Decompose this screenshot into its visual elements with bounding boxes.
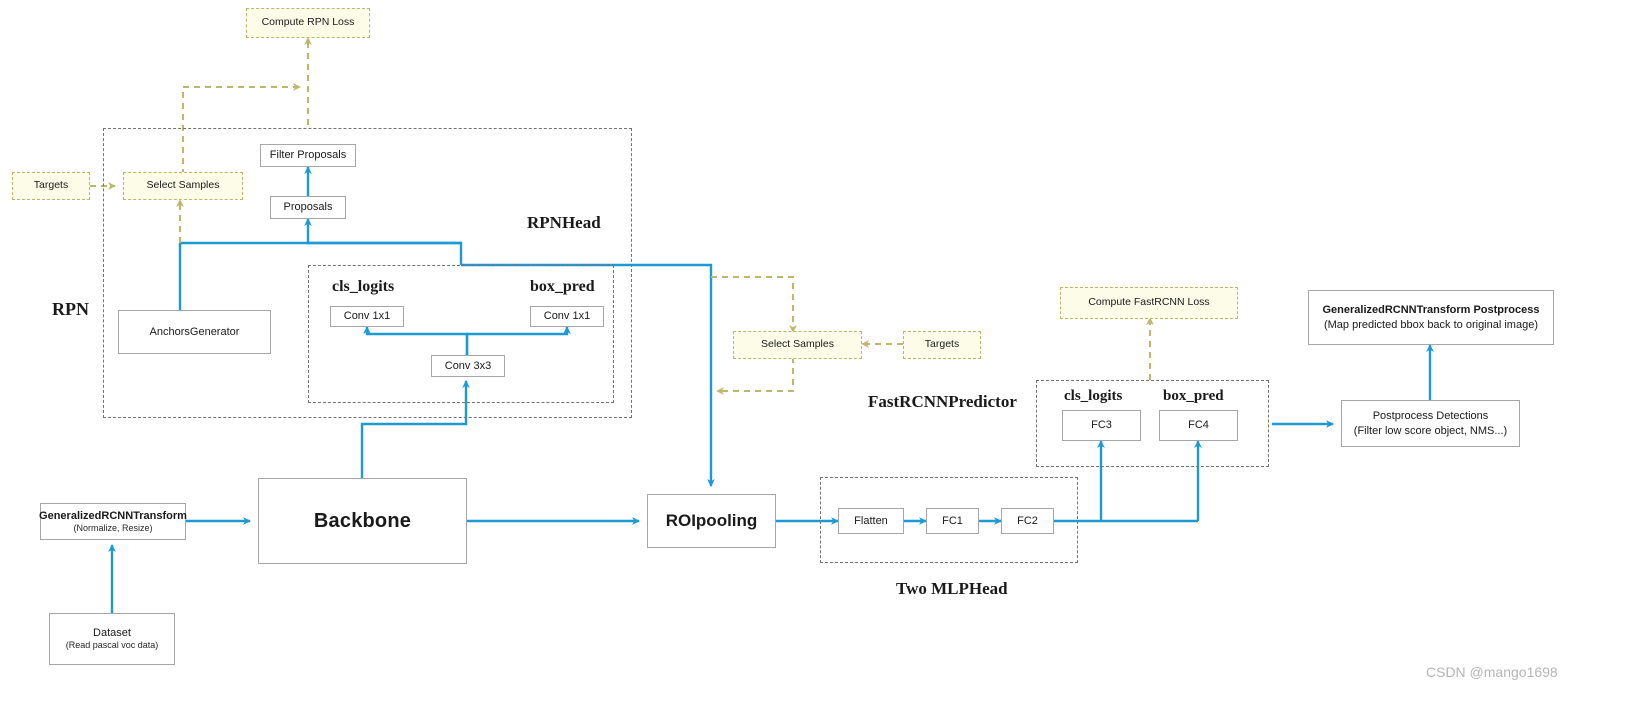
node-label: Select Samples [761, 338, 834, 351]
node-fc2[interactable]: FC2 [1001, 508, 1054, 534]
node-anchors-generator[interactable]: AnchorsGenerator [118, 310, 271, 354]
node-fc1[interactable]: FC1 [926, 508, 979, 534]
node-filter-proposals[interactable]: Filter Proposals [260, 144, 356, 167]
node-proposals[interactable]: Proposals [270, 196, 346, 219]
caption-label: box_pred [1163, 388, 1224, 404]
caption-label: FastRCNNPredictor [868, 392, 1017, 411]
node-compute-fastrcnn-loss[interactable]: Compute FastRCNN Loss [1060, 287, 1238, 319]
node-label: Backbone [313, 510, 412, 532]
node-subtitle: (Map predicted bbox back to original ima… [1323, 318, 1538, 331]
node-label: FC2 [1017, 514, 1038, 527]
caption-label: RPNHead [527, 213, 601, 232]
watermark-label: CSDN @mango1698 [1426, 664, 1558, 680]
caption-cls-logits-frcnn: cls_logits [1064, 388, 1122, 405]
node-label: Proposals [283, 201, 333, 214]
caption-label: cls_logits [1064, 388, 1123, 404]
diagram-canvas: Compute RPN Loss Targets Select Samples … [0, 0, 1630, 714]
node-title: Dataset [93, 627, 131, 639]
node-label: Flatten [854, 514, 888, 527]
node-compute-rpn-loss[interactable]: Compute RPN Loss [246, 8, 370, 38]
node-conv3x3[interactable]: Conv 3x3 [431, 355, 505, 377]
caption-label: Two MLPHead [896, 579, 1008, 598]
node-select-samples-fastrcnn[interactable]: Select Samples [733, 331, 862, 359]
node-postprocess-detections[interactable]: Postprocess Detections (Filter low score… [1341, 400, 1520, 447]
caption-box-pred-frcnn: box_pred [1163, 388, 1224, 405]
node-label: Filter Proposals [269, 149, 347, 162]
node-title: Postprocess Detections [1372, 410, 1489, 423]
watermark: CSDN @mango1698 [1426, 664, 1558, 680]
caption-label: box_pred [530, 278, 595, 295]
node-title: GeneralizedRCNNTransform [39, 509, 187, 522]
caption-label: RPN [52, 299, 89, 319]
node-label: FC3 [1091, 419, 1112, 432]
node-targets-fastrcnn[interactable]: Targets [903, 331, 981, 359]
node-label: Compute FastRCNN Loss [1088, 296, 1210, 309]
node-flatten[interactable]: Flatten [838, 508, 904, 534]
node-subtitle: (Read pascal voc data) [65, 640, 159, 651]
node-label: Targets [33, 179, 69, 192]
node-targets-rpn[interactable]: Targets [12, 172, 90, 200]
caption-label: cls_logits [332, 278, 395, 295]
node-title: GeneralizedRCNNTransform Postprocess [1322, 304, 1540, 317]
caption-cls-logits-rpn: cls_logits [332, 278, 394, 296]
node-fc3[interactable]: FC3 [1062, 410, 1141, 441]
node-label: Conv 1x1 [343, 310, 391, 323]
node-subtitle: (Normalize, Resize) [73, 522, 153, 533]
node-label: Conv 1x1 [543, 310, 591, 323]
caption-rpn: RPN [52, 299, 89, 320]
node-label: FC4 [1188, 419, 1209, 432]
caption-two-mlp-head: Two MLPHead [896, 579, 1008, 599]
node-fc4[interactable]: FC4 [1159, 410, 1238, 441]
node-label: AnchorsGenerator [149, 325, 240, 338]
node-select-samples-rpn[interactable]: Select Samples [123, 172, 243, 200]
node-conv1x1-cls[interactable]: Conv 1x1 [330, 306, 404, 327]
caption-fastrcnn-predictor: FastRCNNPredictor [868, 392, 1017, 412]
node-conv1x1-box[interactable]: Conv 1x1 [530, 306, 604, 327]
node-label: Select Samples [146, 179, 220, 192]
node-generalized-rcnn-transform[interactable]: GeneralizedRCNNTransform (Normalize, Res… [39, 503, 187, 540]
node-transform-postprocess[interactable]: GeneralizedRCNNTransform Postprocess (Ma… [1308, 290, 1554, 345]
caption-rpn-head: RPNHead [527, 213, 601, 233]
node-label: ROIpooling [665, 510, 758, 530]
node-label: Targets [924, 338, 960, 351]
node-dataset[interactable]: Dataset (Read pascal voc data) [49, 613, 175, 665]
node-subtitle: (Filter low score object, NMS...) [1353, 424, 1508, 437]
node-roipooling[interactable]: ROIpooling [647, 494, 776, 548]
node-backbone[interactable]: Backbone [258, 478, 467, 564]
node-label: Compute RPN Loss [261, 16, 355, 29]
node-label: FC1 [942, 514, 963, 527]
node-label: Conv 3x3 [444, 359, 492, 372]
caption-box-pred-rpn: box_pred [530, 278, 595, 296]
